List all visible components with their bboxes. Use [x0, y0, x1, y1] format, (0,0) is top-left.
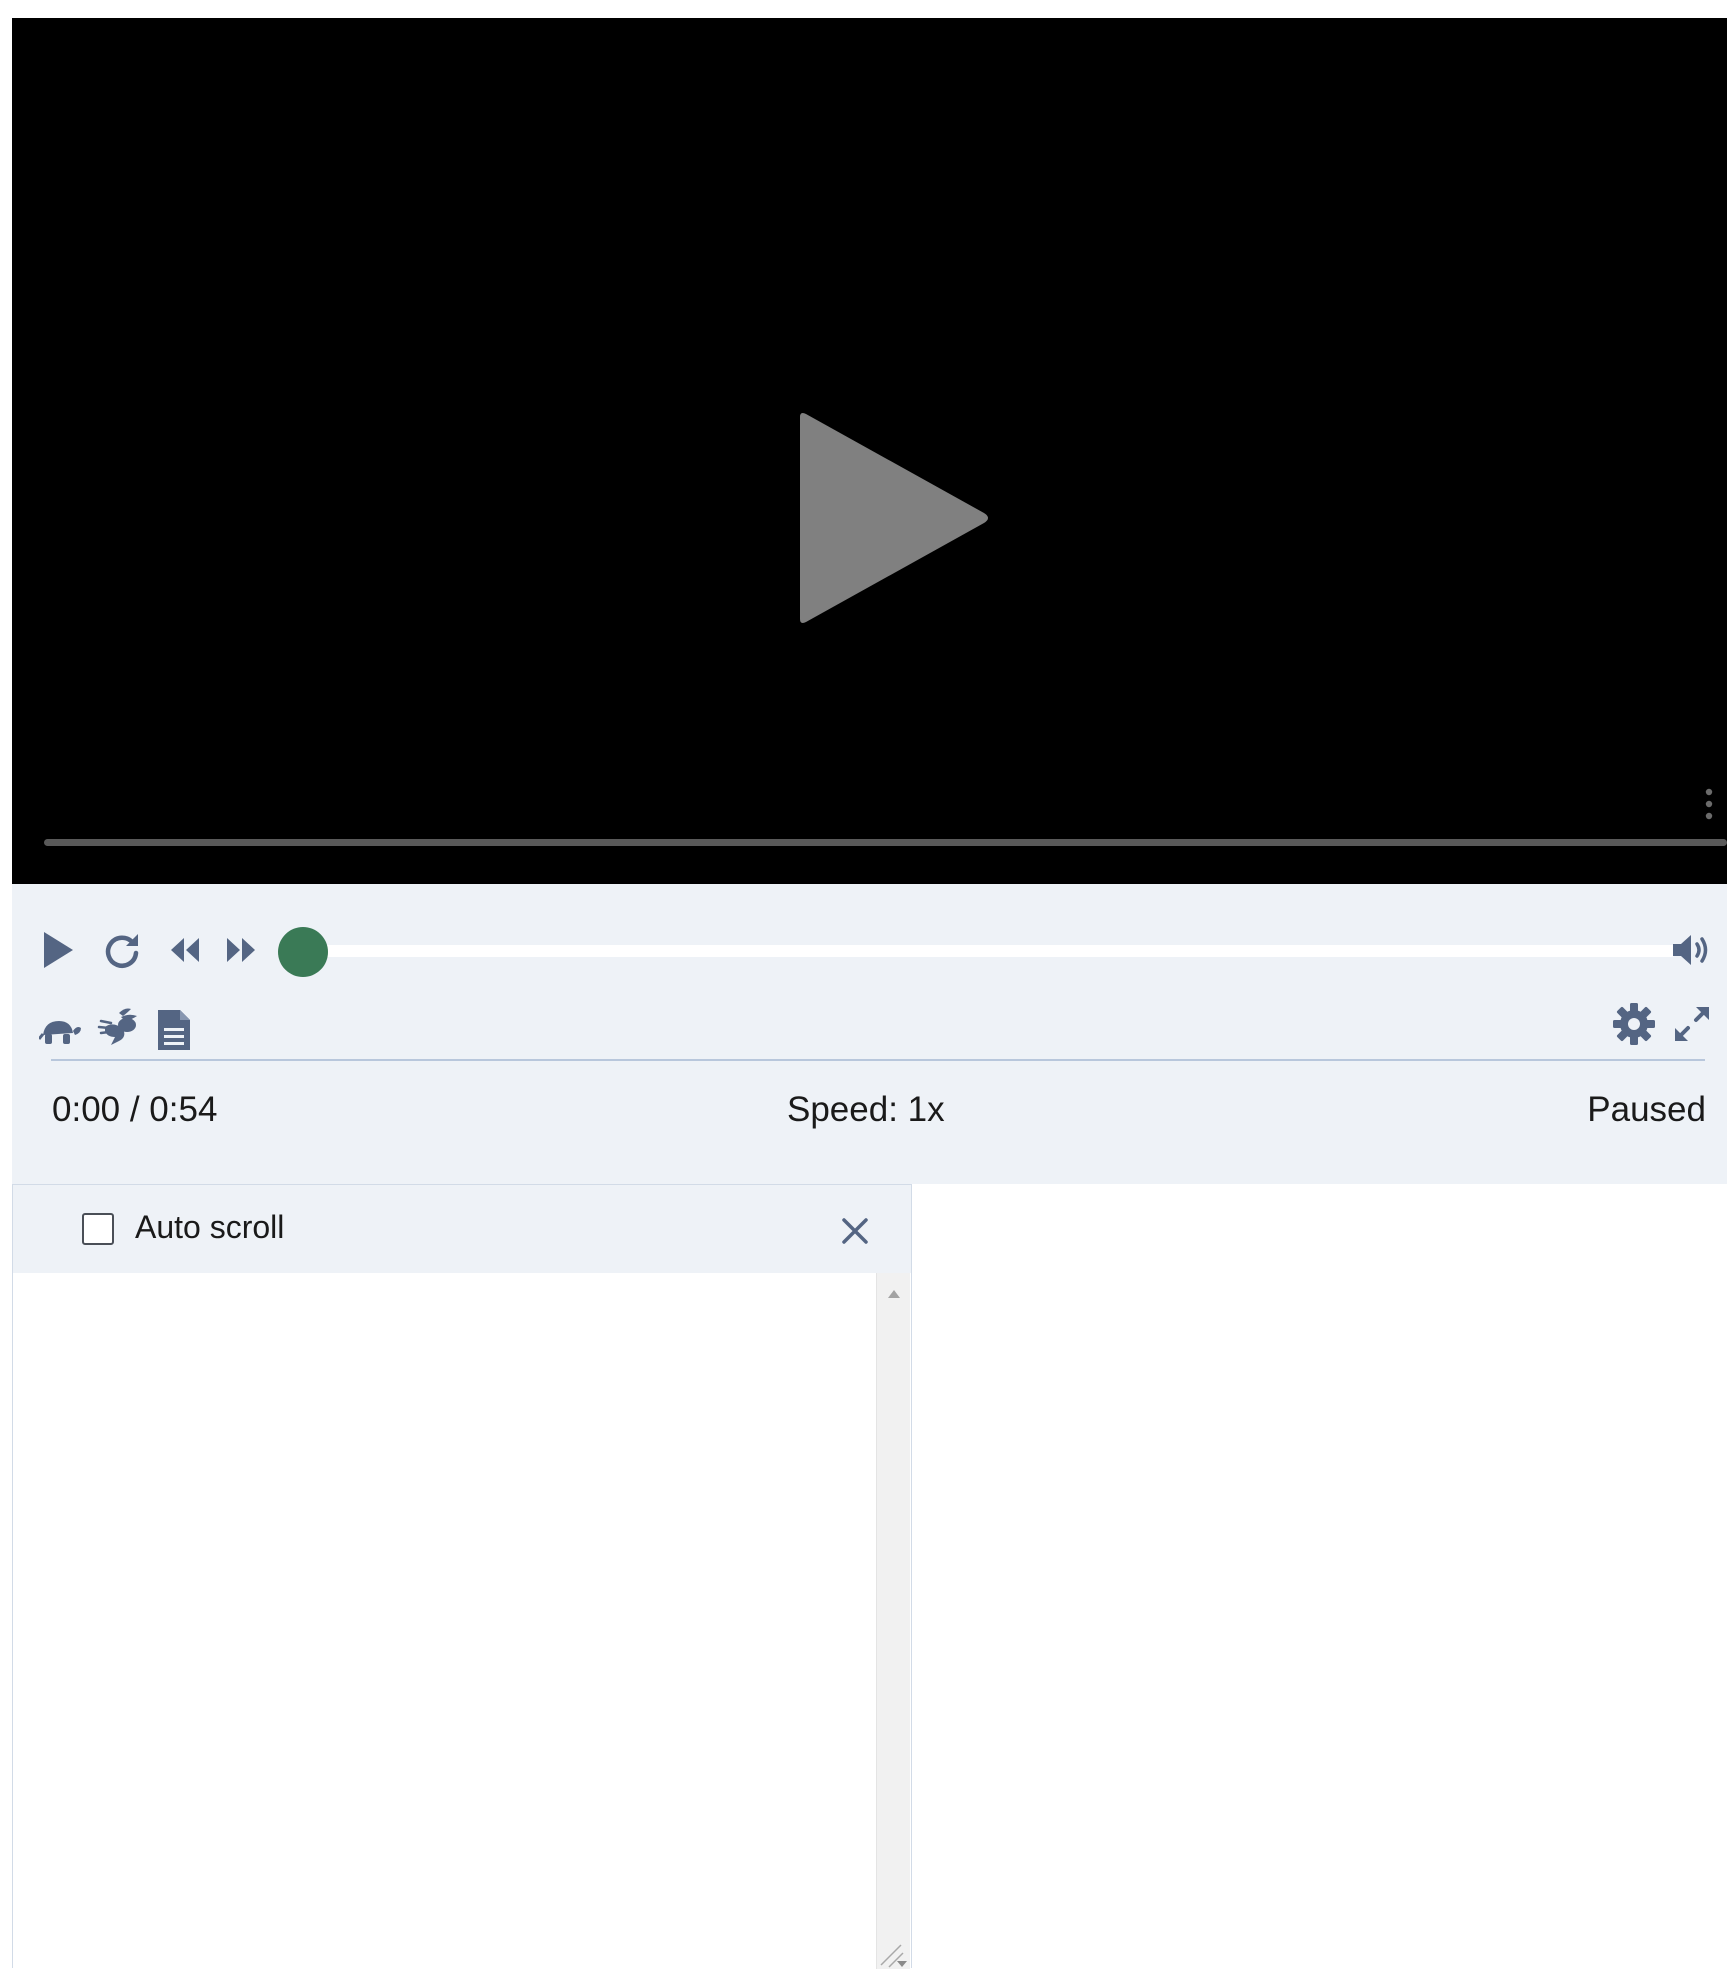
close-icon — [842, 1218, 868, 1244]
scroll-up-arrow[interactable] — [886, 1287, 902, 1299]
fullscreen-button[interactable] — [1666, 998, 1718, 1050]
transcript-scrollbar[interactable] — [876, 1273, 910, 1969]
replay-button[interactable] — [97, 920, 147, 980]
autoscroll-checkbox[interactable] — [82, 1213, 114, 1245]
controls-divider — [51, 1059, 1705, 1061]
transcript-button[interactable] — [152, 1002, 196, 1058]
transcript-content[interactable] — [13, 1273, 876, 1969]
fast-forward-icon — [227, 938, 255, 962]
player-controls: 0:00 / 0:54 Speed: 1x Paused — [12, 884, 1727, 1184]
vertical-ellipsis-icon — [1705, 788, 1713, 820]
resize-grip-icon — [880, 1944, 907, 1968]
big-play-icon — [800, 413, 988, 623]
volume-button[interactable] — [1666, 920, 1718, 980]
expand-icon — [1675, 1007, 1709, 1041]
transcript-close-button[interactable] — [839, 1215, 871, 1247]
rewind-button[interactable] — [160, 920, 210, 980]
more-options-button[interactable] — [1698, 786, 1720, 826]
faster-button[interactable] — [94, 1000, 144, 1056]
play-icon — [44, 932, 73, 968]
playback-state: Paused — [1587, 1090, 1706, 1129]
transcript-panel: Auto scroll — [12, 1184, 912, 1969]
autoscroll-label[interactable]: Auto scroll — [135, 1209, 284, 1246]
volume-icon — [1673, 935, 1708, 965]
replay-icon — [105, 934, 139, 968]
seek-slider[interactable] — [278, 922, 1674, 980]
video-progress-bar[interactable] — [44, 834, 1727, 850]
resize-handle[interactable] — [877, 1933, 911, 1969]
turtle-icon — [39, 1021, 81, 1044]
slower-button[interactable] — [36, 1004, 86, 1056]
status-row: 0:00 / 0:54 Speed: 1x Paused — [52, 1090, 1706, 1140]
fast-forward-button[interactable] — [216, 920, 266, 980]
time-display: 0:00 / 0:54 — [52, 1090, 218, 1129]
video-viewport[interactable] — [12, 18, 1727, 884]
gear-icon — [1613, 1003, 1655, 1045]
chevron-up-icon — [888, 1290, 900, 1298]
settings-button[interactable] — [1608, 998, 1660, 1050]
speed-display: Speed: 1x — [787, 1090, 945, 1129]
document-icon — [158, 1010, 190, 1050]
play-button[interactable] — [38, 920, 78, 980]
video-progress-track — [44, 839, 1727, 846]
big-play-button[interactable] — [782, 403, 1002, 643]
rewind-icon — [171, 938, 199, 962]
transcript-header: Auto scroll — [13, 1185, 911, 1273]
seek-track — [278, 945, 1674, 957]
seek-thumb[interactable] — [278, 927, 328, 977]
rabbit-icon — [97, 1008, 137, 1045]
